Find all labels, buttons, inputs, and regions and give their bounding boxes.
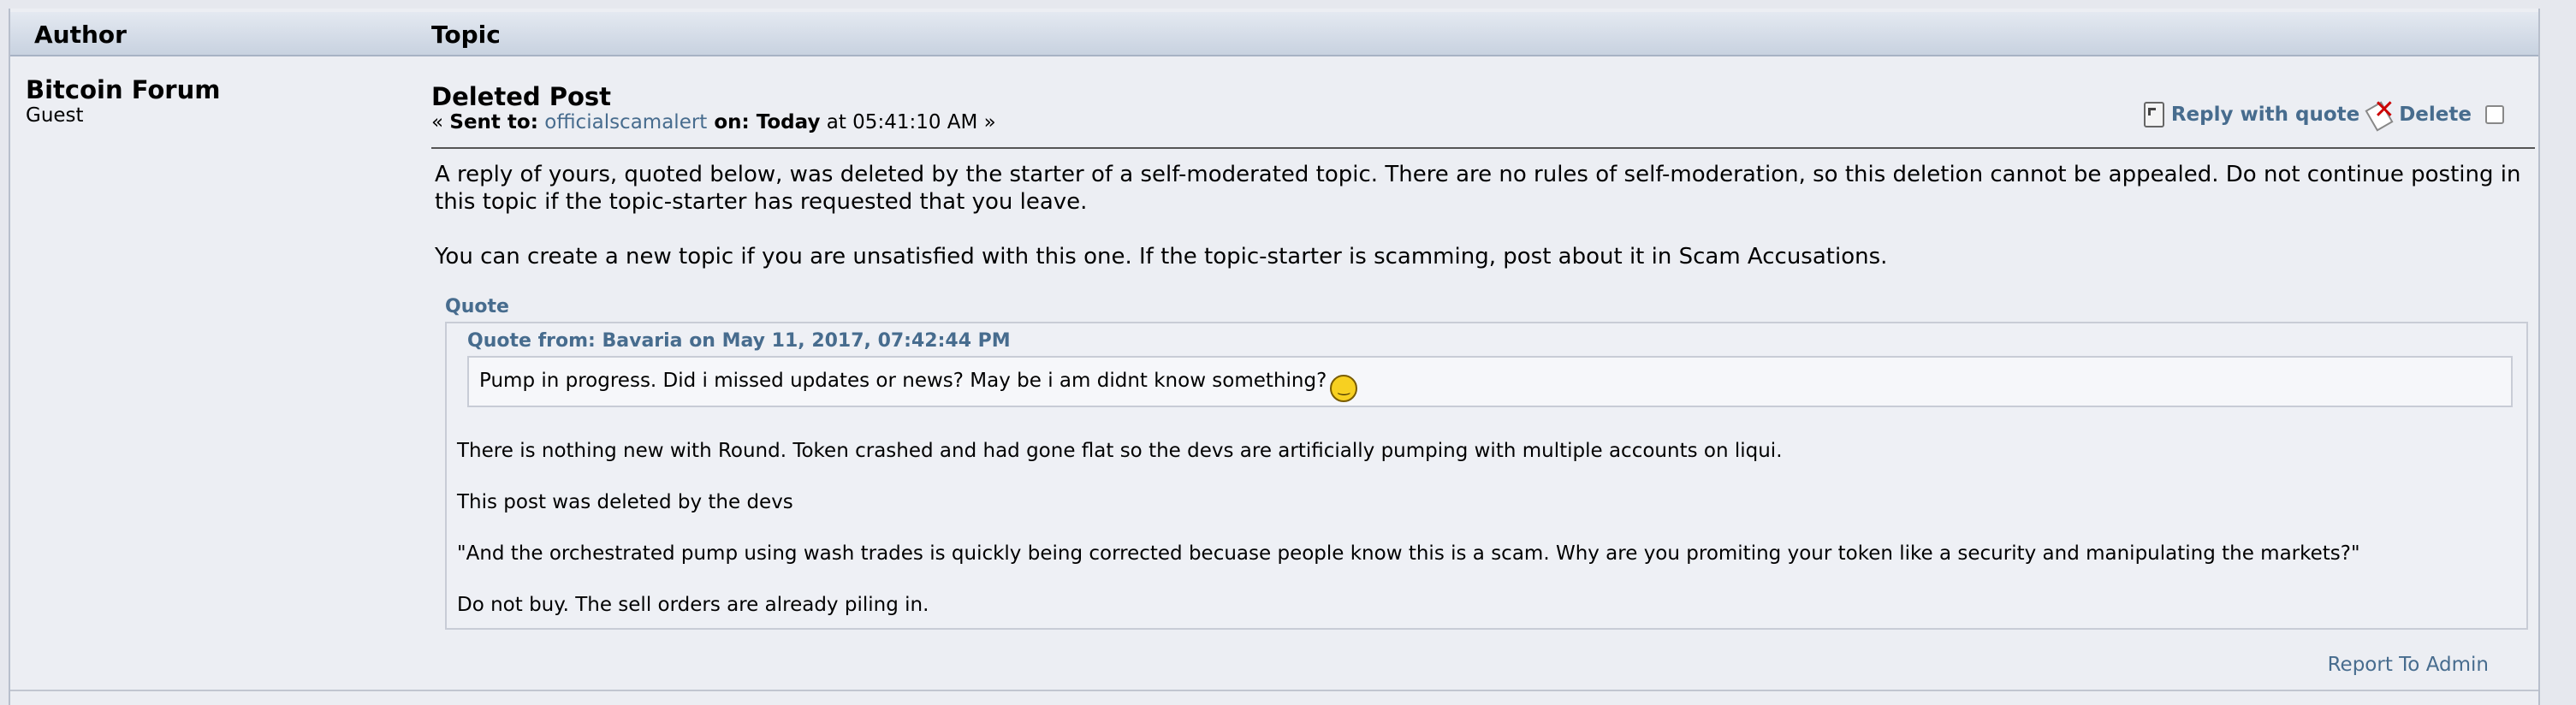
quote-line: This post was deleted by the devs — [457, 491, 793, 513]
post-meta: « Sent to: officialscamalert on: Today a… — [431, 111, 996, 133]
quote-line: "And the orchestrated pump using wash tr… — [457, 542, 2360, 565]
topic-column-header: Topic — [431, 21, 501, 49]
body-paragraph: A reply of yours, quoted below, was dele… — [435, 162, 2521, 215]
delete-label: Delete — [2399, 104, 2472, 126]
author-role: Guest — [26, 104, 84, 127]
smiley-icon: ‿ — [1330, 375, 1358, 402]
post-divider — [431, 147, 2535, 149]
body-paragraph: You can create a new topic if you are un… — [435, 244, 1888, 270]
author-column-header: Author — [34, 21, 127, 49]
author-name[interactable]: Bitcoin Forum — [26, 75, 220, 104]
post-actions: Reply with quote ✕ Delete — [2143, 98, 2504, 132]
quote-line: There is nothing new with Round. Token c… — [457, 440, 1783, 462]
report-to-admin-link[interactable]: Report To Admin — [2328, 654, 2489, 676]
reply-with-quote-button[interactable]: Reply with quote — [2143, 102, 2360, 127]
delete-icon: ✕ — [2365, 98, 2395, 132]
on-label: on: — [707, 111, 750, 133]
quote-box: Quote from: Bavaria on May 11, 2017, 07:… — [445, 322, 2528, 630]
quote-content: There is nothing new with Round. Token c… — [457, 438, 2511, 643]
post-body: A reply of yours, quoted below, was dele… — [435, 161, 2523, 298]
recipient-link[interactable]: officialscamalert — [544, 111, 707, 133]
reply-with-quote-label: Reply with quote — [2170, 104, 2360, 126]
quote-icon — [2143, 102, 2164, 127]
inner-quote-text: Pump in progress. Did i missed updates o… — [479, 370, 1327, 392]
forum-post-frame: Author Topic Bitcoin Forum Guest Deleted… — [9, 9, 2540, 705]
post-title[interactable]: Deleted Post — [431, 82, 611, 111]
delete-button[interactable]: ✕ Delete — [2365, 98, 2472, 132]
quote-line: Do not buy. The sell orders are already … — [457, 594, 929, 616]
sent-to-label: Sent to: — [449, 111, 538, 133]
meta-prefix: « — [431, 111, 450, 133]
quote-header: Quote — [445, 296, 509, 317]
select-post-checkbox[interactable] — [2485, 105, 2504, 124]
post-bottom-divider — [10, 690, 2538, 691]
post-time: at 05:41:10 AM » — [820, 111, 996, 133]
inner-quote-header[interactable]: Quote from: Bavaria on May 11, 2017, 07:… — [467, 330, 1011, 352]
inner-quote: Pump in progress. Did i missed updates o… — [467, 356, 2513, 407]
date-today: Today — [749, 111, 821, 133]
table-header: Author Topic — [10, 12, 2538, 56]
